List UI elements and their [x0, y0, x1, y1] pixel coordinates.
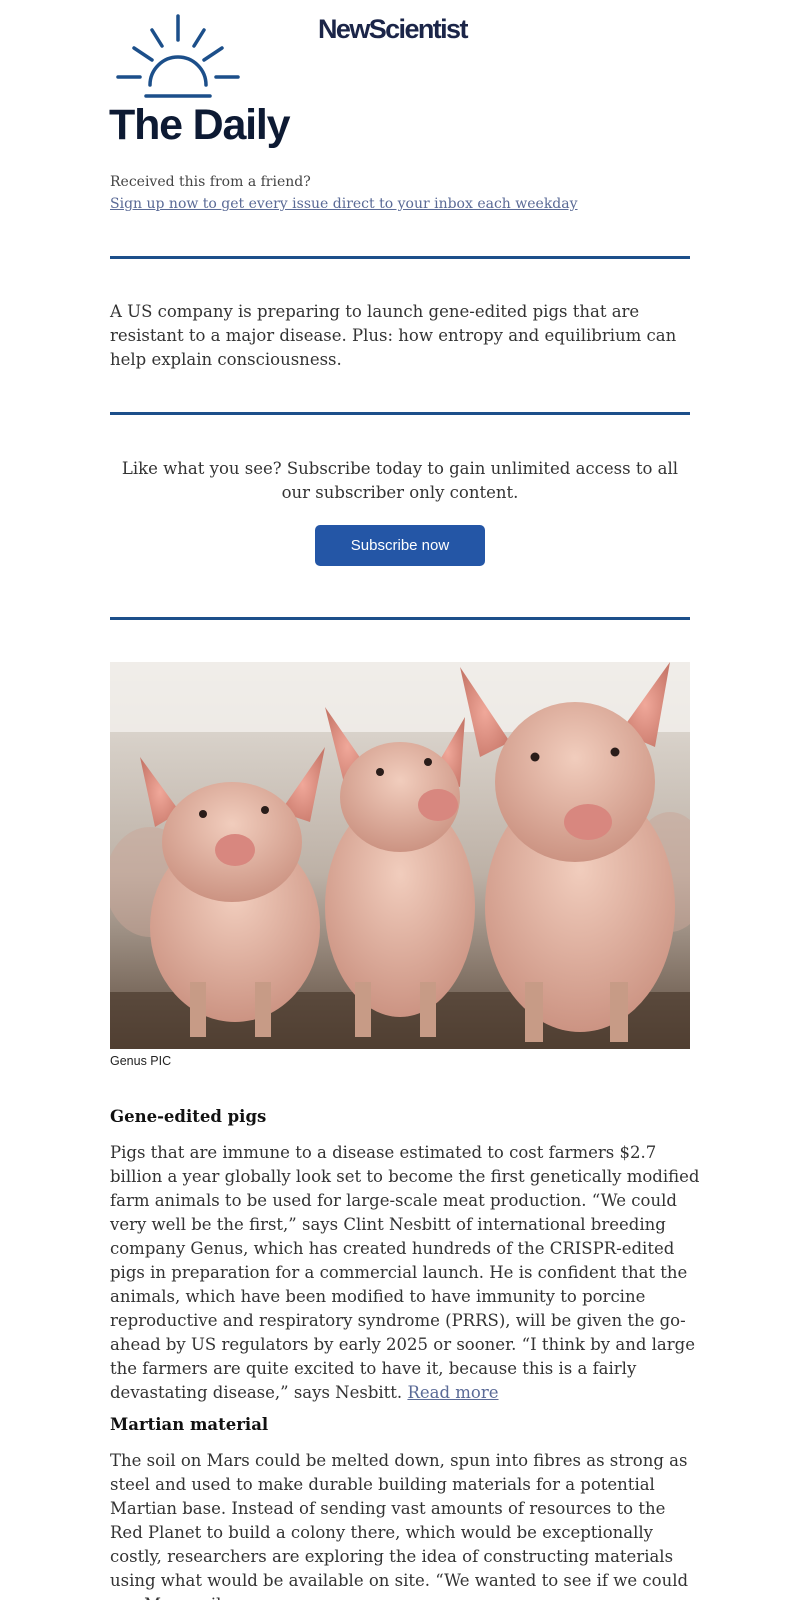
- hero-image-pigs: [110, 662, 690, 1049]
- story-body: The soil on Mars could be melted down, s…: [110, 1451, 689, 1600]
- subscribe-button[interactable]: Subscribe now: [315, 525, 485, 566]
- divider: [110, 256, 690, 259]
- sunrise-icon: [116, 14, 240, 98]
- divider: [110, 412, 690, 415]
- divider: [110, 617, 690, 620]
- story-heading: Gene-edited pigs: [110, 1107, 267, 1126]
- signup-link[interactable]: Sign up now to get every issue direct to…: [110, 196, 578, 212]
- newsletter-email: NewScientist The Daily Received this fro…: [0, 0, 800, 1600]
- newsletter-title: The Daily: [109, 101, 291, 149]
- brand-logo[interactable]: NewScientist: [318, 14, 468, 45]
- read-more-link[interactable]: Read more: [407, 1383, 498, 1402]
- friend-prompt: Received this from a friend?: [110, 174, 311, 190]
- image-caption: Genus PIC: [110, 1054, 172, 1068]
- story-heading: Martian material: [110, 1415, 269, 1434]
- intro-summary: A US company is preparing to launch gene…: [110, 302, 677, 369]
- story-text: Pigs that are immune to a disease estima…: [110, 1143, 700, 1402]
- subscribe-promo-text: Like what you see? Subscribe today to ga…: [121, 459, 679, 502]
- story-body: Pigs that are immune to a disease estima…: [110, 1141, 700, 1405]
